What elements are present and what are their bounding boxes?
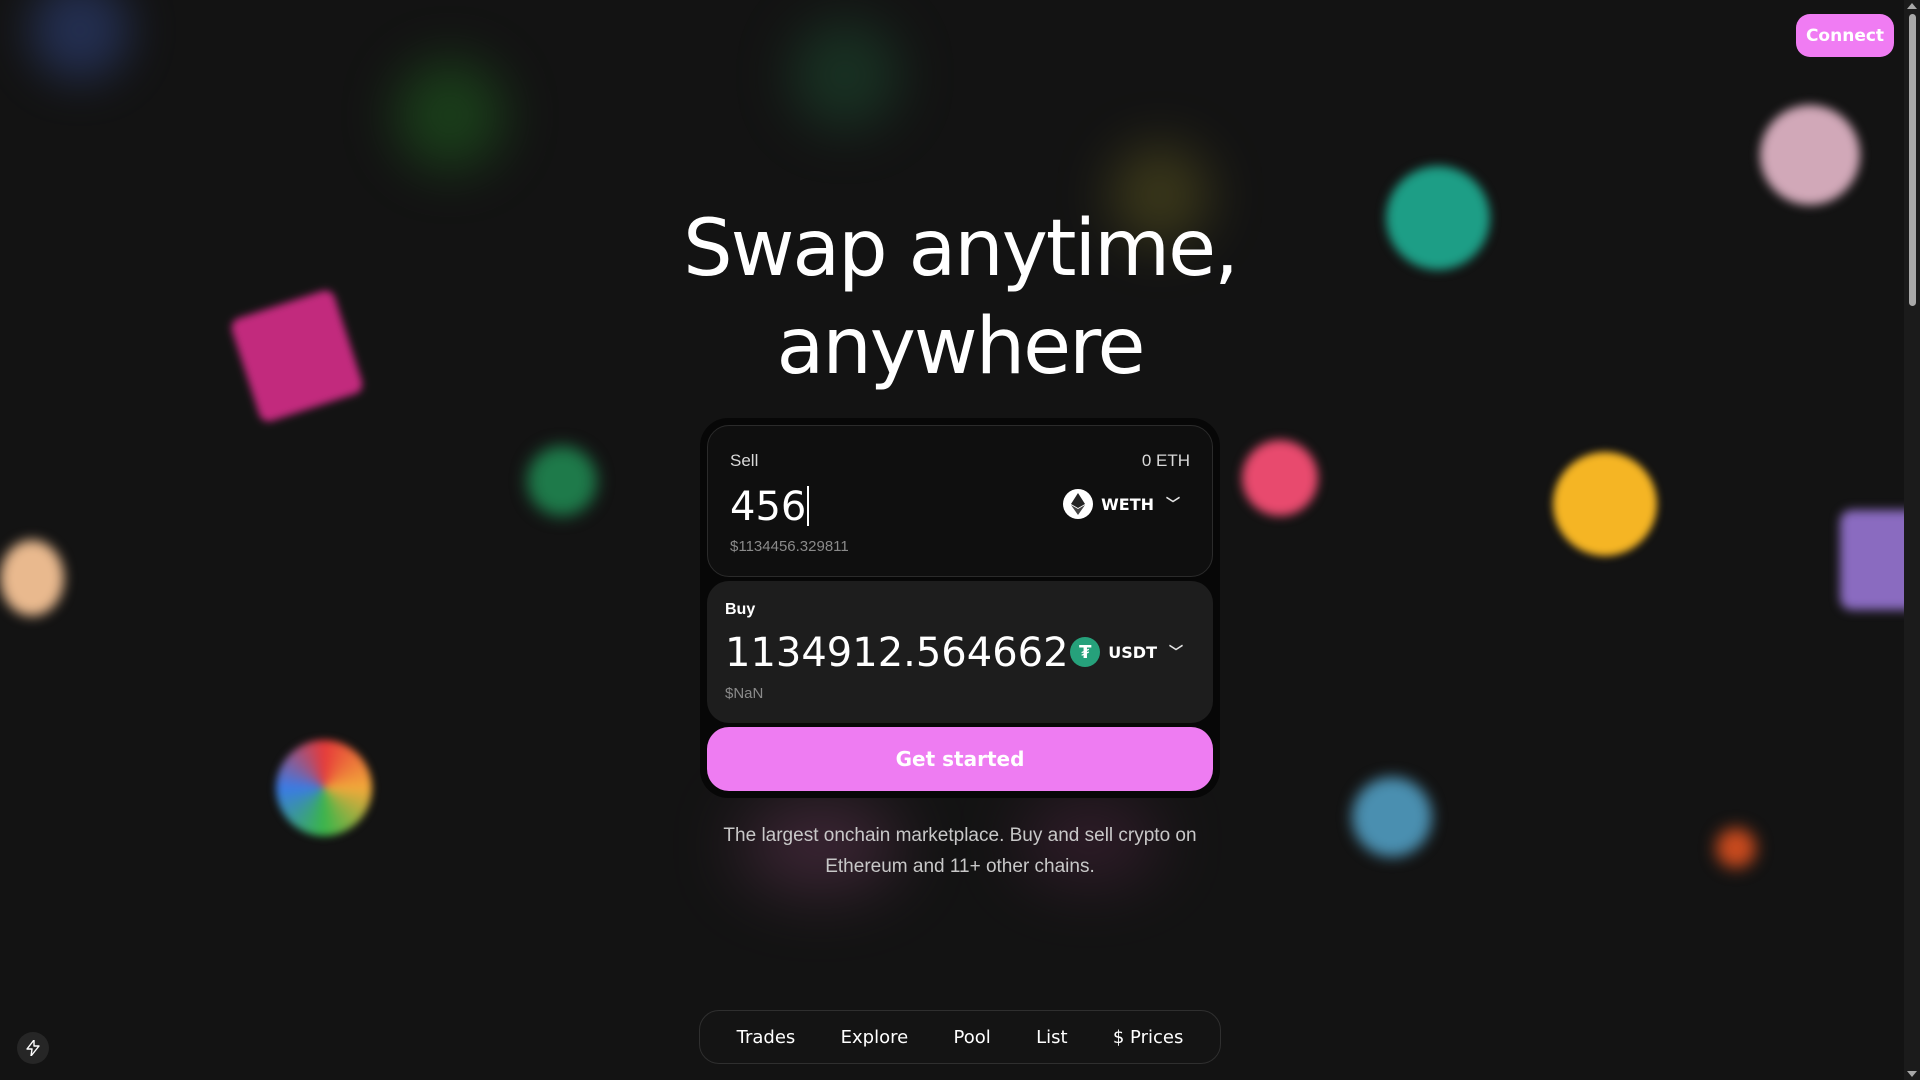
nav-list[interactable]: List — [1028, 1023, 1075, 1052]
chevron-down-icon: ﹀ — [1169, 645, 1183, 661]
blurred-token-icon — [1553, 452, 1657, 556]
tether-icon: ₮ — [1070, 637, 1101, 667]
sell-token-selector[interactable]: WETH ﹀ — [1063, 489, 1180, 519]
blurred-token-icon — [1242, 440, 1318, 516]
hero-subtitle-line1: The largest onchain marketplace. Buy and… — [723, 825, 1197, 846]
blurred-token-icon — [0, 540, 64, 616]
buy-amount-input[interactable]: 1134912.564662 — [725, 630, 1069, 676]
buy-amount-value: 1134912.564662 — [725, 630, 1069, 676]
nav-pool[interactable]: Pool — [946, 1023, 999, 1052]
lightning-icon — [26, 1040, 40, 1056]
lightning-bolt-button[interactable] — [17, 1032, 49, 1064]
scroll-up-arrow-icon[interactable] — [1907, 3, 1917, 9]
blurred-token-icon — [527, 446, 597, 516]
blurred-token-icon — [790, 20, 900, 130]
buy-usd-value: $NaN — [725, 685, 764, 702]
hero-subtitle: The largest onchain marketplace. Buy and… — [0, 820, 1920, 882]
scrollbar-thumb[interactable] — [1909, 14, 1916, 306]
scroll-down-arrow-icon[interactable] — [1907, 1071, 1917, 1077]
blurred-token-icon — [30, 0, 130, 80]
buy-token-symbol: USDT — [1108, 642, 1157, 662]
connect-button[interactable]: Connect — [1796, 14, 1894, 57]
nav-explore[interactable]: Explore — [833, 1023, 917, 1052]
buy-token-selector[interactable]: ₮ USDT ﹀ — [1070, 637, 1183, 667]
sell-panel[interactable]: Sell 0 ETH 456 $1134456.329811 WETH ﹀ — [707, 425, 1213, 577]
chevron-down-icon: ﹀ — [1166, 497, 1180, 513]
vertical-scrollbar[interactable] — [1904, 0, 1920, 1080]
hero-heading-line2: anywhere — [776, 302, 1146, 392]
dollar-icon: $ — [1112, 1026, 1125, 1048]
get-started-button[interactable]: Get started — [707, 727, 1213, 791]
bottom-nav: Trades Explore Pool List $ Prices — [699, 1010, 1221, 1064]
nav-prices[interactable]: $ Prices — [1105, 1023, 1191, 1052]
sell-amount-value: 456 — [730, 484, 807, 530]
text-caret — [807, 486, 810, 526]
hero-heading: Swap anytime, anywhere — [0, 200, 1920, 396]
swap-widget: Sell 0 ETH 456 $1134456.329811 WETH ﹀ Bu… — [700, 418, 1220, 798]
blurred-token-icon — [1760, 105, 1860, 205]
sell-usd-value: $1134456.329811 — [730, 538, 849, 555]
nav-trades[interactable]: Trades — [729, 1023, 804, 1052]
buy-label: Buy — [725, 601, 756, 618]
sell-balance: 0 ETH — [1141, 451, 1190, 470]
hero-heading-line1: Swap anytime, — [683, 204, 1239, 294]
sell-amount-input[interactable]: 456 — [730, 484, 810, 530]
buy-panel[interactable]: Buy 1134912.564662 $NaN ₮ USDT ﹀ — [707, 581, 1213, 723]
sell-label: Sell — [730, 451, 759, 470]
blurred-token-icon — [395, 60, 505, 170]
sell-token-symbol: WETH — [1101, 494, 1154, 514]
ethereum-icon — [1063, 489, 1094, 519]
hero-subtitle-line2: Ethereum and 11+ other chains. — [825, 856, 1095, 877]
nav-prices-label: Prices — [1130, 1026, 1184, 1048]
